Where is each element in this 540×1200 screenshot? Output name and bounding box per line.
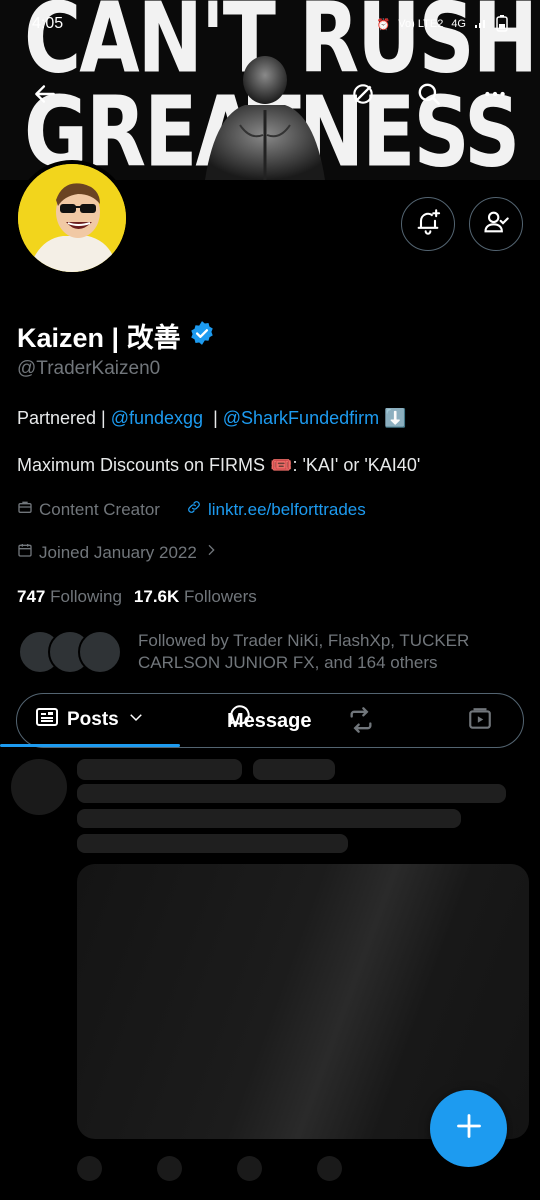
followers-label: Followers [184, 587, 257, 606]
bio-emoji: ⬇️ [384, 408, 407, 428]
profile-meta-row: Content Creator linktr.ee/belforttrades [17, 499, 366, 520]
skeleton-line [77, 834, 348, 853]
statue-image [205, 56, 325, 180]
following-label: Following [50, 587, 122, 606]
avatar[interactable] [14, 160, 130, 276]
chevron-right-icon [203, 542, 219, 563]
bio-prefix: Partnered | [17, 408, 111, 428]
posts-label: Posts [67, 709, 119, 730]
joined-row[interactable]: Joined January 2022 [17, 542, 219, 563]
back-arrow-icon[interactable] [27, 76, 63, 112]
compose-button[interactable] [430, 1090, 507, 1167]
avatar-illustration [18, 164, 126, 272]
followed-by-avatars[interactable] [18, 630, 128, 676]
skeleton-line [253, 759, 335, 780]
skeleton-action [317, 1156, 342, 1181]
handle: @TraderKaizen0 [17, 358, 161, 379]
media-icon[interactable] [467, 706, 493, 737]
bio-line-2: Maximum Discounts on FIRMS 🎟️: 'KAI' or … [17, 455, 421, 475]
volte-indicator: Vo) LTE2 [398, 18, 444, 30]
skeleton-action [77, 1156, 102, 1181]
tab-posts[interactable]: Posts [35, 706, 145, 734]
calendar-icon [17, 542, 33, 563]
follow-stats: 747 Following 17.6K Followers [17, 587, 257, 607]
grok-icon[interactable] [345, 76, 381, 112]
following-button[interactable] [469, 197, 523, 251]
search-icon[interactable] [411, 76, 447, 112]
skeleton-action [237, 1156, 262, 1181]
link-icon [186, 499, 202, 520]
bio-line-1: Partnered | @fundexgg | @SharkFundedfirm… [17, 408, 407, 428]
website-link[interactable]: linktr.ee/belforttrades [208, 500, 366, 520]
chevron-down-icon [127, 708, 145, 732]
following-stat[interactable]: 747 Following [17, 587, 122, 607]
category: Content Creator [39, 499, 160, 519]
status-bar: 4:05 ⏰ Vo) LTE2 4G [0, 0, 540, 48]
skeleton-line [77, 809, 461, 828]
display-name: Kaizen | 改善 [17, 323, 181, 353]
skeleton-line [77, 784, 506, 803]
more-icon[interactable] [477, 76, 513, 112]
bio-link-sharkfunded[interactable]: @SharkFundedfirm [223, 408, 379, 428]
battery-icon [496, 14, 508, 35]
status-time: 4:05 [32, 15, 64, 32]
followers-stat[interactable]: 17.6K Followers [134, 587, 257, 607]
repost-icon[interactable] [347, 706, 375, 739]
tab-bar: Posts Message [16, 693, 524, 748]
following-count: 747 [17, 587, 46, 606]
skeleton-action [157, 1156, 182, 1181]
alarm-icon: ⏰ [376, 18, 391, 31]
bell-plus-icon [414, 208, 442, 241]
signal-icon [474, 17, 488, 32]
skeleton-avatar [11, 759, 67, 815]
followers-count: 17.6K [133, 587, 180, 606]
notify-button[interactable] [401, 197, 455, 251]
message-button[interactable]: Message [227, 710, 312, 733]
skeleton-line [77, 759, 242, 780]
profile-name-row: Kaizen | 改善 [17, 316, 215, 355]
network-indicator: 4G [451, 18, 466, 30]
posts-icon [35, 706, 59, 734]
person-check-icon [482, 208, 510, 241]
bio-link-fundexgg[interactable]: @fundexgg [111, 408, 203, 428]
joined-date: Joined January 2022 [39, 542, 197, 562]
briefcase-icon [17, 499, 33, 520]
plus-icon [455, 1112, 483, 1145]
follower-avatar [78, 630, 122, 674]
active-tab-indicator [0, 744, 180, 747]
verified-badge-icon[interactable] [189, 320, 215, 351]
followed-by-text[interactable]: Followed by Trader NiKi, FlashXp, TUCKER… [138, 630, 518, 674]
